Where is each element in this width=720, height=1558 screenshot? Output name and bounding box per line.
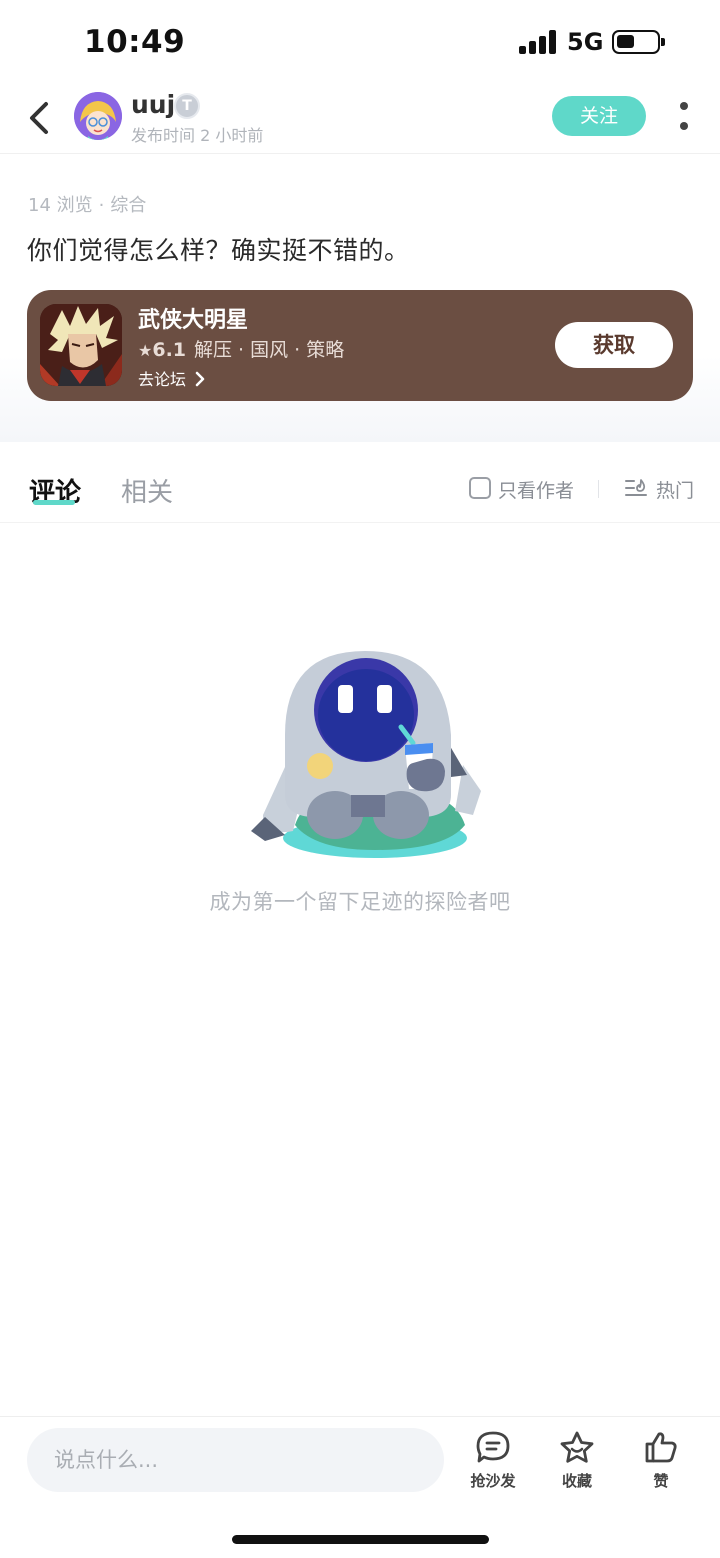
tab-related[interactable]: 相关 [121,472,173,509]
meta-separator: · [98,195,105,216]
back-icon[interactable] [24,96,60,140]
favorite-label: 收藏 [561,1472,592,1490]
forum-link[interactable]: 去论坛 [138,366,206,390]
sort-icon[interactable] [625,478,647,498]
post-content: 14 浏览 · 综合 你们觉得怎么样？确实挺不错的。 武侠大明星 ★6.1 解压 · … [0,155,720,442]
sofa-label: 抢沙发 [470,1472,516,1490]
network-type: 5G [567,28,604,56]
game-tags: 解压 · 国风 · 策略 [194,339,345,361]
tab-divider [598,480,599,498]
post-category[interactable]: 综合 [110,195,146,216]
status-bar: 10:49 5G [0,0,720,86]
game-icon[interactable] [40,304,122,386]
comment-bubble-icon [476,1431,510,1463]
empty-state-message: 成为第一个留下足迹的探险者吧 [209,890,511,914]
star-icon: ★ [138,341,153,360]
verified-badge-icon: T [174,93,200,119]
sort-label[interactable]: 热门 [656,476,694,503]
sofa-button[interactable]: 抢沙发 [458,1430,528,1494]
active-tab-indicator [33,500,75,505]
get-game-button[interactable]: 获取 [555,322,673,368]
author-only-checkbox[interactable] [469,477,491,499]
game-rating: 6.1 [152,339,187,361]
more-options-icon[interactable] [676,100,692,132]
comment-input[interactable] [27,1428,444,1492]
chevron-right-icon [195,371,205,387]
home-indicator [232,1535,489,1544]
author-only-label: 只看作者 [498,480,575,502]
username[interactable]: uuj [131,90,175,119]
forum-link-label: 去论坛 [138,370,187,389]
game-info: ★6.1 解压 · 国风 · 策略 [138,335,344,362]
favorite-button[interactable]: 收藏 [542,1430,612,1494]
status-time: 10:49 [84,24,186,60]
empty-state-mascot-icon [245,645,485,865]
game-name: 武侠大明星 [138,308,249,333]
view-count: 14 浏览 [28,195,93,216]
like-label: 赞 [653,1472,669,1490]
signal-icon [519,30,557,54]
game-card[interactable]: 武侠大明星 ★6.1 解压 · 国风 · 策略 去论坛 获取 [27,290,693,401]
avatar[interactable] [74,92,122,140]
post-header: uuj T 发布时间 2 小时前 关注 [0,86,720,154]
thumbs-up-icon [645,1432,677,1463]
comment-tabs: 评论 相关 只看作者 热门 [0,442,720,523]
follow-button[interactable]: 关注 [552,96,646,136]
post-time: 发布时间 2 小时前 [131,126,264,145]
post-meta: 14 浏览 · 综合 [28,191,146,217]
battery-icon [612,30,665,54]
like-button[interactable]: 赞 [626,1430,696,1494]
star-outline-icon [560,1431,594,1463]
post-text: 你们觉得怎么样？确实挺不错的。 [27,236,410,265]
